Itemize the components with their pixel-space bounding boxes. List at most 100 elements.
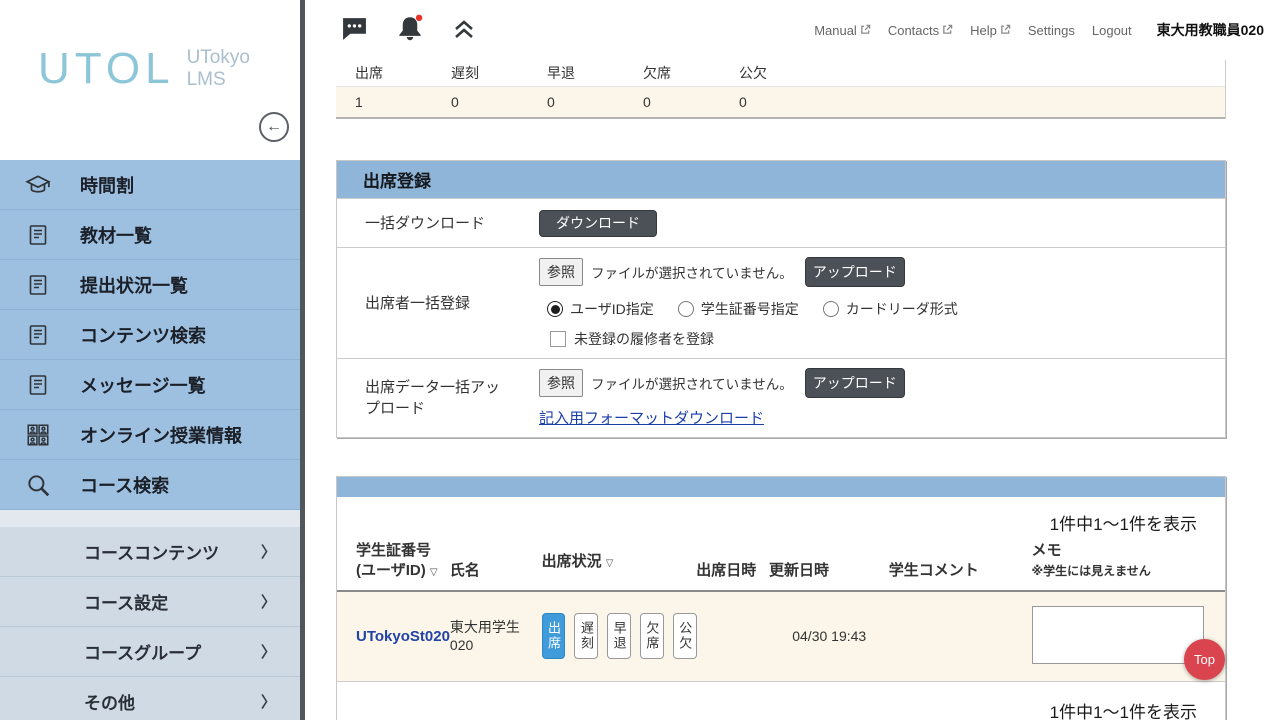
notifications-button[interactable] — [394, 13, 426, 48]
sidebar-item-label: オンライン授業情報 — [80, 422, 242, 448]
manual-link-label: Manual — [814, 23, 857, 38]
table-accent-bar — [337, 477, 1225, 497]
row-label: 出席者一括登録 — [337, 293, 512, 314]
sidebar-item-course-group[interactable]: コースグループ 〉 — [0, 627, 300, 677]
student-id-cell: UTokyoSt020 — [337, 628, 450, 645]
sidebar-item-content-search[interactable]: コンテンツ検索 — [0, 310, 300, 360]
help-link-label: Help — [970, 23, 997, 38]
sidebar-menu: 時間割 教材一覧 提出状況一覧 コンテンツ検索 メッセージ一覧 — [0, 160, 300, 720]
status-excused-button[interactable]: 公欠 — [673, 613, 697, 659]
attendance-summary-table: 出席 遅刻 早退 欠席 公欠 1 0 0 0 0 — [336, 60, 1226, 119]
sidebar-item-course-contents[interactable]: コースコンテンツ 〉 — [0, 527, 300, 577]
status-absent-button[interactable]: 欠席 — [640, 613, 664, 659]
no-file-text: ファイルが選択されていません。 — [591, 373, 793, 393]
student-attendance-table: 1件中1〜1件を表示 学生証番号 (ユーザID) ▽ 氏名 出席状況 ▽ 出席日… — [336, 476, 1226, 720]
settings-link-label: Settings — [1028, 23, 1075, 38]
sidebar-item-course-search[interactable]: コース検索 — [0, 460, 300, 510]
summary-value: 0 — [432, 94, 528, 110]
result-count-top: 1件中1〜1件を表示 — [337, 497, 1225, 541]
radio-option-user-id[interactable]: ユーザID指定 — [547, 299, 654, 319]
student-row: UTokyoSt020 東大用学生020 出席 遅刻 早退 欠席 公欠 — [337, 592, 1225, 682]
summary-header: 公欠 — [720, 63, 816, 83]
checkbox-label: 未登録の履修者を登録 — [574, 329, 714, 349]
logout-link-label: Logout — [1092, 23, 1132, 38]
summary-header: 早退 — [528, 63, 624, 83]
settings-link[interactable]: Settings — [1028, 23, 1075, 38]
format-download-link[interactable]: 記入用フォーマットダウンロード — [539, 410, 764, 427]
summary-header-row: 出席 遅刻 早退 欠席 公欠 — [336, 60, 1225, 87]
radio-option-student-number[interactable]: 学生証番号指定 — [678, 299, 799, 319]
manual-link[interactable]: Manual — [814, 23, 871, 38]
scroll-to-top-button[interactable]: Top — [1184, 639, 1225, 680]
chevron-right-icon: 〉 — [261, 541, 276, 562]
user-name: 東大用教職員020 — [1157, 20, 1264, 40]
contacts-link-label: Contacts — [888, 23, 939, 38]
bulk-download-row: 一括ダウンロード ダウンロード — [337, 198, 1225, 247]
sidebar-item-online-class-info[interactable]: オンライン授業情報 — [0, 410, 300, 460]
collapse-header-button[interactable] — [452, 17, 476, 44]
document-icon — [20, 371, 56, 399]
chat-button[interactable] — [341, 16, 368, 44]
unregistered-checkbox-option[interactable]: 未登録の履修者を登録 — [550, 329, 1215, 349]
logo-text: UTOL — [38, 44, 175, 94]
summary-header: 遅刻 — [432, 63, 528, 83]
table-header-row: 学生証番号 (ユーザID) ▽ 氏名 出席状況 ▽ 出席日時 更新日時 学生コメ… — [337, 541, 1225, 592]
status-early-leave-button[interactable]: 早退 — [607, 613, 631, 659]
download-button[interactable]: ダウンロード — [539, 210, 657, 237]
checkbox-icon[interactable] — [550, 331, 566, 347]
sidebar-item-label: コースコンテンツ — [84, 539, 219, 564]
sidebar-logo-area: UTOL UTokyo LMS ← — [0, 0, 300, 160]
attendance-register-panel: 出席登録 一括ダウンロード ダウンロード 出席者一括登録 参照 ファイルが選択さ… — [336, 160, 1226, 438]
sidebar-item-messages[interactable]: メッセージ一覧 — [0, 360, 300, 410]
browse-button[interactable]: 参照 — [539, 258, 583, 286]
sidebar-item-label: 提出状況一覧 — [80, 272, 188, 298]
upload-button[interactable]: アップロード — [805, 257, 905, 287]
sidebar-item-submission-status[interactable]: 提出状況一覧 — [0, 260, 300, 310]
upload-button[interactable]: アップロード — [805, 368, 905, 398]
radio-icon[interactable] — [678, 301, 694, 317]
radio-label: ユーザID指定 — [570, 299, 654, 319]
sidebar-item-course-settings[interactable]: コース設定 〉 — [0, 577, 300, 627]
collapse-sidebar-button[interactable]: ← — [259, 112, 289, 142]
status-late-button[interactable]: 遅刻 — [574, 613, 598, 659]
contacts-link[interactable]: Contacts — [888, 23, 953, 38]
radio-option-card-reader[interactable]: カードリーダ形式 — [823, 299, 958, 319]
sidebar-item-label: 時間割 — [80, 172, 134, 198]
logo-subtext-line1: UTokyo — [187, 47, 250, 68]
column-header-name: 氏名 — [450, 561, 542, 581]
sidebar: UTOL UTokyo LMS ← 時間割 教材一覧 提出状 — [0, 0, 300, 720]
radio-label: カードリーダ形式 — [846, 299, 958, 319]
column-header-student-number[interactable]: 学生証番号 (ユーザID) ▽ — [337, 541, 450, 582]
column-header-status[interactable]: 出席状況 ▽ — [542, 552, 697, 581]
column-header-update-time: 更新日時 — [769, 561, 889, 581]
logout-link[interactable]: Logout — [1092, 23, 1132, 38]
bell-icon — [394, 13, 426, 48]
help-link[interactable]: Help — [970, 23, 1011, 38]
row-label: 出席データ一括アップロード — [337, 377, 512, 419]
logo-subtext-line2: LMS — [187, 69, 226, 90]
summary-value-row: 1 0 0 0 0 — [336, 87, 1225, 119]
sort-icon[interactable]: ▽ — [430, 567, 438, 578]
sidebar-item-label: 教材一覧 — [80, 222, 152, 248]
main-content: Manual Contacts Help Settings Logout 東大用… — [305, 0, 1280, 720]
double-chevron-up-icon — [452, 17, 476, 44]
student-id-link[interactable]: UTokyoSt020 — [356, 628, 450, 645]
chevron-right-icon: 〉 — [261, 641, 276, 662]
sidebar-item-label: メッセージ一覧 — [80, 372, 206, 398]
radio-icon[interactable] — [823, 301, 839, 317]
radio-icon[interactable] — [547, 301, 563, 317]
status-buttons-cell: 出席 遅刻 早退 欠席 公欠 — [542, 613, 697, 659]
sidebar-item-timetable[interactable]: 時間割 — [0, 160, 300, 210]
document-icon — [20, 221, 56, 249]
sidebar-item-materials[interactable]: 教材一覧 — [0, 210, 300, 260]
sidebar-item-others[interactable]: その他 〉 — [0, 677, 300, 720]
sidebar-item-label: その他 — [84, 689, 135, 714]
no-file-text: ファイルが選択されていません。 — [591, 262, 793, 282]
browse-button[interactable]: 参照 — [539, 369, 583, 397]
chevron-right-icon: 〉 — [261, 691, 276, 712]
status-present-button[interactable]: 出席 — [542, 613, 566, 659]
summary-header: 出席 — [336, 63, 432, 83]
sort-icon[interactable]: ▽ — [606, 558, 614, 569]
memo-input[interactable] — [1032, 606, 1204, 664]
utol-logo[interactable]: UTOL UTokyo LMS — [38, 44, 250, 94]
